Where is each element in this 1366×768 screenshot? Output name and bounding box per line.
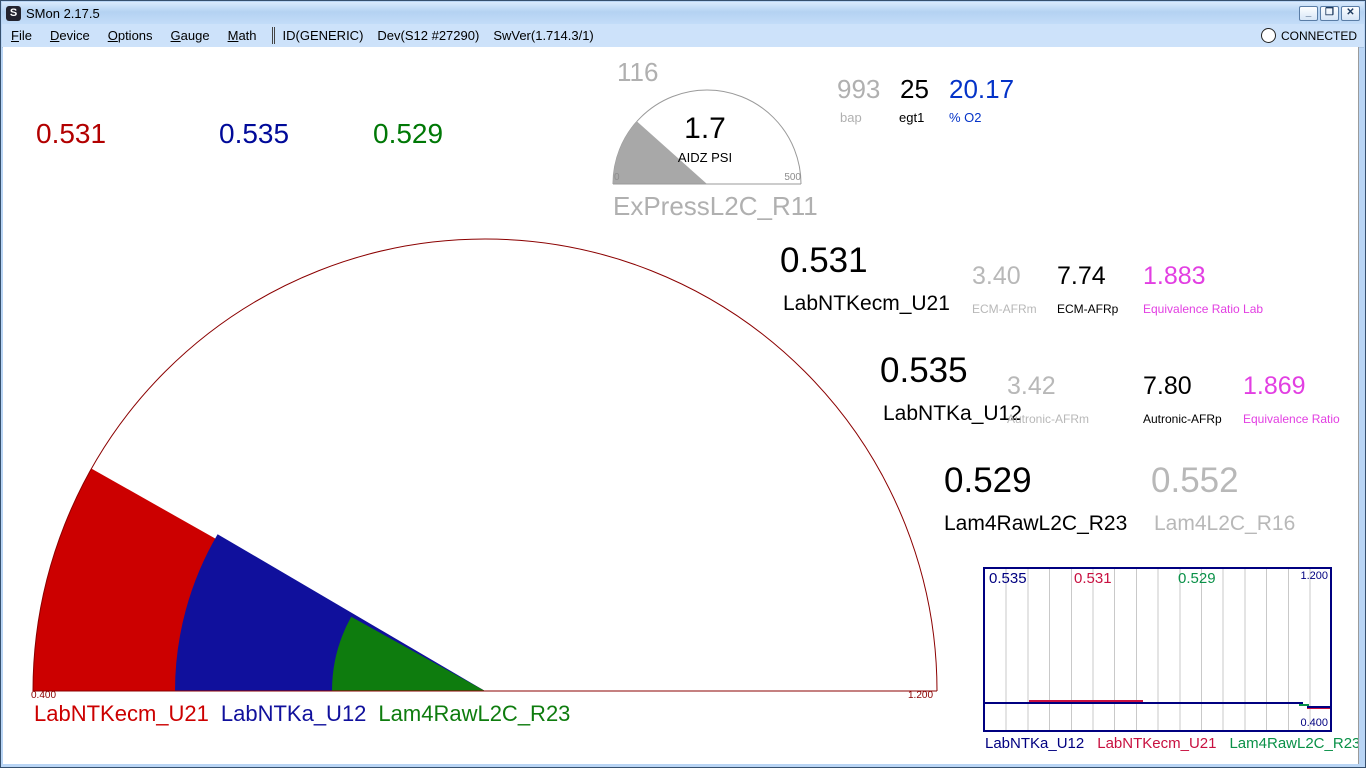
row1-ecm-afrp-value: 7.74 <box>1057 262 1106 290</box>
legend-ecm: LabNTKecm_U21 <box>34 701 209 726</box>
device-info: ID(GENERIC) Dev(S12 #27290) SwVer(1.714.… <box>283 28 594 43</box>
device-name: Dev(S12 #27290) <box>377 28 480 43</box>
close-button[interactable]: ✕ <box>1341 5 1360 21</box>
app-window: S SMon 2.17.5 _ ❐ ✕ File Device Options … <box>0 0 1366 768</box>
readout-bap-label: bap <box>840 110 862 125</box>
row3-name: Lam4RawL2C_R23 <box>944 512 1128 535</box>
strip-legend-lam4: Lam4RawL2C_R23 <box>1229 735 1359 752</box>
press-gauge-peak: 116 <box>617 57 659 87</box>
connection-indicator-icon <box>1260 28 1276 43</box>
row1-eq-ratio-label: Equivalence Ratio Lab <box>1143 302 1264 316</box>
press-gauge-min: 0 <box>614 172 620 183</box>
menu-options[interactable]: Options <box>99 26 162 45</box>
main-gauge-max: 1.200 <box>908 690 934 701</box>
legend-lam4: Lam4RawL2C_R23 <box>378 701 571 726</box>
window-title: SMon 2.17.5 <box>26 5 100 21</box>
readout-egt1: 25 <box>900 74 929 104</box>
row3-secondary-value: 0.552 <box>1151 461 1239 500</box>
strip-chart-value-lam4: 0.529 <box>1178 570 1216 587</box>
menu-separator <box>271 27 275 44</box>
row1-ecm-afrm-label: ECM-AFRm <box>972 302 1037 316</box>
strip-chart-ymin: 0.400 <box>1300 717 1328 729</box>
strip-legend-autronic: LabNTKa_U12 <box>985 735 1085 752</box>
press-gauge-max: 500 <box>784 172 801 183</box>
row2-autronic-afrm-label: Autronic-AFRm <box>1007 412 1090 426</box>
strip-legend-ecm: LabNTKecm_U21 <box>1097 735 1217 752</box>
readout-lambda-ecm: 0.531 <box>36 118 107 149</box>
legend-autronic: LabNTKa_U12 <box>220 701 367 726</box>
row2-eq-ratio-label: Equivalence Ratio <box>1243 412 1340 426</box>
menu-device[interactable]: Device <box>41 26 99 45</box>
client-area: 0.531 0.535 0.529 116 1.7 AIDZ PSI 0 500… <box>3 47 1359 764</box>
readout-o2-label: % O2 <box>949 110 982 125</box>
trace-ecm-tail <box>1307 708 1330 709</box>
main-gauge-wedge-lam4 <box>332 616 485 691</box>
readout-egt1-label: egt1 <box>899 110 925 125</box>
readout-bap: 993 <box>837 74 881 104</box>
readout-o2: 20.17 <box>949 74 1015 104</box>
connection-status: CONNECTED <box>1280 28 1357 43</box>
menu-math[interactable]: Math <box>219 26 266 45</box>
press-gauge-name: ExPressL2C_R11 <box>613 191 818 221</box>
strip-chart-value-ecm: 0.531 <box>1074 570 1112 587</box>
strip-chart: 0.535 0.531 0.529 1.200 0.400 <box>983 567 1332 732</box>
press-gauge-value: 1.7 <box>684 112 726 145</box>
row1-eq-ratio-value: 1.883 <box>1143 262 1206 290</box>
readout-lambda-autronic: 0.535 <box>219 118 290 149</box>
maximize-button[interactable]: ❐ <box>1320 5 1339 21</box>
device-id: ID(GENERIC) <box>282 28 364 43</box>
row2-eq-ratio-value: 1.869 <box>1243 372 1306 400</box>
row1-ecm-afrp-label: ECM-AFRp <box>1057 302 1119 316</box>
press-gauge-label: AIDZ PSI <box>677 150 733 165</box>
menu-gauge[interactable]: Gauge <box>162 26 219 45</box>
sw-version: SwVer(1.714.3/1) <box>493 28 594 43</box>
strip-chart-legend: LabNTKa_U12 LabNTKecm_U21 Lam4RawL2C_R23 <box>985 735 1359 752</box>
readout-lambda-lam4: 0.529 <box>373 118 444 149</box>
row1-ecm-afrm-value: 3.40 <box>972 262 1021 290</box>
app-icon: S <box>6 5 21 21</box>
strip-chart-ymax: 1.200 <box>1300 570 1328 582</box>
row3-secondary-name: Lam4L2C_R16 <box>1154 512 1296 535</box>
row2-autronic-afrm-value: 3.42 <box>1007 372 1056 400</box>
row2-autronic-afrp-label: Autronic-AFRp <box>1143 412 1222 426</box>
minimize-button[interactable]: _ <box>1299 5 1318 21</box>
strip-chart-value-autronic: 0.535 <box>989 570 1027 587</box>
title-bar: S SMon 2.17.5 _ ❐ ✕ <box>2 2 1364 25</box>
trace-autronic <box>985 702 1303 704</box>
main-gauge-legend: LabNTKecm_U21 LabNTKa_U12 Lam4RawL2C_R23 <box>34 702 570 725</box>
menu-bar: File Device Options Gauge Math ID(GENERI… <box>2 24 1364 48</box>
main-gauge-min: 0.400 <box>31 690 57 701</box>
menu-file[interactable]: File <box>2 26 41 45</box>
row3-value: 0.529 <box>944 461 1032 500</box>
main-gauge <box>32 238 938 692</box>
row2-autronic-afrp-value: 7.80 <box>1143 372 1192 400</box>
